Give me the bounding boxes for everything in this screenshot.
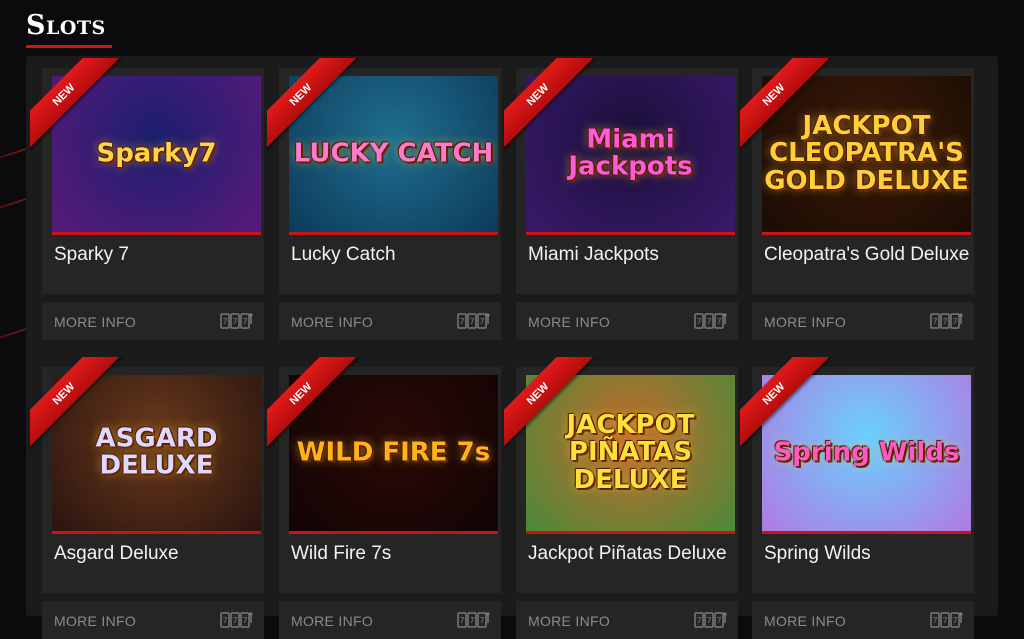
more-info-label: MORE INFO [764, 613, 847, 629]
games-panel: Sparky7 Sparky 7 NEW MORE INFO 7 7 7 LUCKY CATC… [26, 56, 998, 639]
more-info-button[interactable]: MORE INFO 7 7 7 [42, 601, 264, 639]
game-tile[interactable]: Miami Jackpots Miami Jackpots [516, 68, 738, 294]
section-header: Slots [26, 0, 112, 48]
svg-text:7: 7 [222, 317, 227, 326]
page-title: Slots [26, 10, 106, 41]
svg-text:7: 7 [942, 616, 947, 625]
svg-text:7: 7 [242, 616, 247, 625]
game-card[interactable]: ASGARD DELUXE Asgard Deluxe NEW MORE INFO 7 7… [30, 357, 264, 639]
game-thumbnail[interactable]: Miami Jackpots [526, 76, 735, 235]
slot-machine-icon: 777 [220, 609, 254, 636]
game-tile[interactable]: WILD FIRE 7s Wild Fire 7s [279, 367, 501, 593]
svg-text:7: 7 [942, 317, 947, 326]
game-thumbnail[interactable]: JACKPOT PIÑATAS DELUXE [526, 375, 735, 534]
game-name[interactable]: Cleopatra's Gold Deluxe [764, 244, 969, 266]
more-info-label: MORE INFO [291, 613, 374, 629]
game-name[interactable]: Miami Jackpots [528, 244, 659, 266]
game-card[interactable]: WILD FIRE 7s Wild Fire 7s NEW MORE INFO 7 7 7 [267, 357, 501, 639]
game-card[interactable]: LUCKY CATCH Lucky Catch NEW MORE INFO 7 7 7 [267, 58, 501, 340]
svg-text:7: 7 [459, 616, 464, 625]
game-tile[interactable]: Sparky7 Sparky 7 [42, 68, 264, 294]
game-name[interactable]: Asgard Deluxe [54, 543, 179, 565]
game-tile[interactable]: JACKPOT CLEOPATRA'S GOLD DELUXE Cleopatra… [752, 68, 974, 294]
svg-text:7: 7 [479, 317, 484, 326]
game-logo-art: ASGARD DELUXE [95, 423, 218, 481]
game-thumbnail[interactable]: ASGARD DELUXE [52, 375, 261, 534]
more-info-label: MORE INFO [764, 314, 847, 330]
svg-text:7: 7 [222, 616, 227, 625]
svg-text:7: 7 [932, 616, 937, 625]
game-card[interactable]: Miami Jackpots Miami Jackpots NEW MORE INFO… [504, 58, 738, 340]
svg-text:7: 7 [469, 317, 474, 326]
game-logo-art: LUCKY CATCH [293, 138, 494, 169]
svg-text:7: 7 [716, 317, 721, 326]
game-logo-art: JACKPOT PIÑATAS DELUXE [566, 410, 695, 495]
game-name[interactable]: Lucky Catch [291, 244, 396, 266]
game-name[interactable]: Sparky 7 [54, 244, 129, 266]
more-info-label: MORE INFO [54, 314, 137, 330]
svg-text:7: 7 [696, 616, 701, 625]
slot-machine-icon: 777 [694, 310, 728, 337]
game-logo-art: JACKPOT CLEOPATRA'S GOLD DELUXE [764, 111, 969, 196]
game-tile[interactable]: ASGARD DELUXE Asgard Deluxe [42, 367, 264, 593]
svg-text:7: 7 [932, 317, 937, 326]
title-underline [26, 45, 112, 48]
svg-text:7: 7 [232, 317, 237, 326]
game-card[interactable]: JACKPOT CLEOPATRA'S GOLD DELUXE Cleopatra… [740, 58, 974, 340]
svg-text:7: 7 [696, 317, 701, 326]
more-info-button[interactable]: MORE INFO 7 7 7 [279, 302, 501, 340]
game-tile[interactable]: Spring Wilds Spring Wilds [752, 367, 974, 593]
game-card[interactable]: JACKPOT PIÑATAS DELUXE Jackpot Piñatas De… [504, 357, 738, 639]
game-tile[interactable]: LUCKY CATCH Lucky Catch [279, 68, 501, 294]
game-logo-art: WILD FIRE 7s [296, 437, 491, 468]
more-info-label: MORE INFO [291, 314, 374, 330]
svg-text:7: 7 [716, 616, 721, 625]
game-logo-art: Miami Jackpots [568, 124, 693, 182]
more-info-button[interactable]: MORE INFO 7 7 7 [516, 302, 738, 340]
more-info-button[interactable]: MORE INFO 7 7 7 [42, 302, 264, 340]
more-info-button[interactable]: MORE INFO 7 7 7 [752, 302, 974, 340]
game-thumbnail[interactable]: LUCKY CATCH [289, 76, 498, 235]
svg-text:7: 7 [952, 616, 957, 625]
slot-machine-icon: 777 [457, 310, 491, 337]
slot-machine-icon: 777 [457, 609, 491, 636]
game-thumbnail[interactable]: JACKPOT CLEOPATRA'S GOLD DELUXE [762, 76, 971, 235]
game-thumbnail[interactable]: Spring Wilds [762, 375, 971, 534]
slot-machine-icon: 777 [220, 310, 254, 337]
slot-machine-icon: 777 [694, 609, 728, 636]
game-thumbnail[interactable]: Sparky7 [52, 76, 261, 235]
svg-text:7: 7 [232, 616, 237, 625]
svg-text:7: 7 [952, 317, 957, 326]
slot-machine-icon: 777 [930, 310, 964, 337]
more-info-button[interactable]: MORE INFO 7 7 7 [279, 601, 501, 639]
more-info-button[interactable]: MORE INFO 7 7 7 [516, 601, 738, 639]
game-name[interactable]: Spring Wilds [764, 543, 871, 565]
game-thumbnail[interactable]: WILD FIRE 7s [289, 375, 498, 534]
game-logo-art: Sparky7 [96, 138, 217, 169]
svg-text:7: 7 [706, 616, 711, 625]
svg-text:7: 7 [459, 317, 464, 326]
game-name[interactable]: Jackpot Piñatas Deluxe [528, 543, 727, 565]
more-info-label: MORE INFO [528, 314, 611, 330]
slot-machine-icon: 777 [930, 609, 964, 636]
game-tile[interactable]: JACKPOT PIÑATAS DELUXE Jackpot Piñatas De… [516, 367, 738, 593]
game-card[interactable]: Spring Wilds Spring Wilds NEW MORE INFO 7 7 7 [740, 357, 974, 639]
svg-text:7: 7 [469, 616, 474, 625]
game-card[interactable]: Sparky7 Sparky 7 NEW MORE INFO 7 7 7 [30, 58, 264, 340]
more-info-label: MORE INFO [528, 613, 611, 629]
more-info-label: MORE INFO [54, 613, 137, 629]
more-info-button[interactable]: MORE INFO 7 7 7 [752, 601, 974, 639]
svg-text:7: 7 [479, 616, 484, 625]
svg-text:7: 7 [242, 317, 247, 326]
game-name[interactable]: Wild Fire 7s [291, 543, 391, 565]
svg-text:7: 7 [706, 317, 711, 326]
game-logo-art: Spring Wilds [773, 437, 960, 468]
